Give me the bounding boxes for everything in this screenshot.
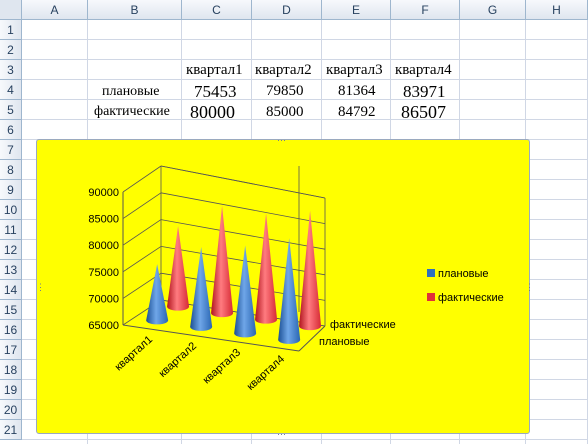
row-header-19[interactable]: 19	[0, 380, 22, 400]
column-header-a[interactable]: A	[22, 0, 88, 20]
row-header-21[interactable]: 21	[0, 420, 22, 440]
cone-series-фактические-2	[255, 213, 278, 324]
cell-d3[interactable]: квартал2	[255, 62, 312, 79]
row-header-10[interactable]: 10	[0, 200, 22, 220]
legend-swatch-1	[427, 269, 435, 277]
row-header-5[interactable]: 5	[0, 100, 22, 120]
gridline-left-wall	[122, 246, 162, 273]
row-header-7[interactable]: 7	[0, 140, 22, 160]
column-header-h[interactable]: H	[526, 0, 588, 20]
resize-handle-right[interactable]: ⋮	[525, 283, 534, 292]
cell-f3[interactable]: квартал4	[395, 62, 452, 79]
y-tick-label: 65000	[88, 320, 119, 332]
column-header-e[interactable]: E	[322, 0, 391, 20]
cell-c5[interactable]: 80000	[190, 102, 235, 123]
y-tick-label: 75000	[88, 267, 119, 279]
column-header-b[interactable]: B	[88, 0, 182, 20]
cell-b5[interactable]: фактические	[94, 104, 170, 120]
row-header-16[interactable]: 16	[0, 320, 22, 340]
row-header-6[interactable]: 6	[0, 120, 22, 140]
depth-label-плановые: плановые	[319, 336, 370, 348]
column-header-f[interactable]: F	[391, 0, 460, 20]
row-header-9[interactable]: 9	[0, 180, 22, 200]
row-header-12[interactable]: 12	[0, 240, 22, 260]
gridline-left-wall	[122, 219, 162, 246]
y-tick-label: 85000	[88, 214, 119, 226]
depth-label-фактические: фактические	[330, 319, 396, 331]
legend-label-2: фактические	[438, 292, 504, 304]
cell-d5[interactable]: 85000	[266, 104, 304, 121]
cell-c3[interactable]: квартал1	[186, 62, 243, 79]
row-header-13[interactable]: 13	[0, 260, 22, 280]
row-header-17[interactable]: 17	[0, 340, 22, 360]
gridline-back-wall	[160, 165, 326, 199]
row-header-14[interactable]: 14	[0, 280, 22, 300]
row-header-8[interactable]: 8	[0, 160, 22, 180]
row-header-4[interactable]: 4	[0, 80, 22, 100]
cone-series-фактические-0	[167, 226, 190, 311]
row-header-2[interactable]: 2	[0, 40, 22, 60]
y-tick-label: 80000	[88, 240, 119, 252]
cone-series-фактические-1	[211, 205, 234, 318]
column-header-c[interactable]: C	[182, 0, 252, 20]
row-header-3[interactable]: 3	[0, 60, 22, 80]
resize-handle-bottom[interactable]: ⋯	[277, 430, 286, 439]
gridline-horizontal	[22, 39, 588, 40]
resize-handle-top[interactable]: ⋯	[277, 136, 286, 145]
cell-d4[interactable]: 79850	[266, 83, 304, 100]
spreadsheet: ABCDEFGH 1 2 3 4 5 6 7 8 9 10 11 12 13 14 15 16 17 18 19 20…	[0, 0, 588, 444]
cell-e5[interactable]: 84792	[338, 104, 376, 121]
row-header-20[interactable]: 20	[0, 400, 22, 420]
category-label-1: квартал1	[113, 334, 155, 374]
chart-area[interactable]: 65000 70000 75000 80000 85000 90000 квартал1 кв…	[36, 139, 530, 434]
cone-chart: 650007000075000800008500090000квартал1 кв…	[88, 165, 504, 393]
gridline-horizontal	[22, 439, 588, 440]
gridline-left-wall	[122, 192, 162, 219]
select-all-corner[interactable]	[0, 0, 22, 20]
category-label-2: квартал2	[157, 340, 199, 380]
cone-series-плановые-1	[190, 247, 213, 331]
cone-series-фактические-3	[299, 210, 322, 331]
category-label-3: квартал3	[201, 347, 243, 387]
cone-series-плановые-3	[278, 238, 301, 344]
resize-handle-left[interactable]: ⋮	[36, 283, 45, 292]
y-tick-label: 70000	[88, 293, 119, 305]
cell-b4[interactable]: плановые	[102, 84, 159, 100]
y-tick-label: 90000	[88, 187, 119, 199]
legend-label-1: плановые	[438, 268, 489, 280]
category-label-4: квартал4	[245, 353, 287, 393]
gridline-left-wall	[122, 165, 162, 193]
column-header-g[interactable]: G	[460, 0, 526, 20]
cell-e4[interactable]: 81364	[338, 83, 376, 100]
gridline-back-wall	[160, 192, 326, 224]
gridline-back-wall	[160, 219, 326, 250]
row-header-11[interactable]: 11	[0, 220, 22, 240]
cone-series-плановые-0	[146, 264, 169, 325]
row-header-1[interactable]: 1	[0, 20, 22, 40]
row-header-18[interactable]: 18	[0, 360, 22, 380]
cell-e3[interactable]: квартал3	[326, 62, 383, 79]
gridline-horizontal	[22, 79, 588, 80]
gridline-horizontal	[22, 59, 588, 60]
cell-f5[interactable]: 86507	[401, 102, 446, 123]
legend-swatch-2	[427, 293, 435, 301]
cell-f4[interactable]: 83971	[403, 82, 446, 102]
row-header-15[interactable]: 15	[0, 300, 22, 320]
column-header-d[interactable]: D	[252, 0, 322, 20]
cell-c4[interactable]: 75453	[194, 82, 237, 102]
